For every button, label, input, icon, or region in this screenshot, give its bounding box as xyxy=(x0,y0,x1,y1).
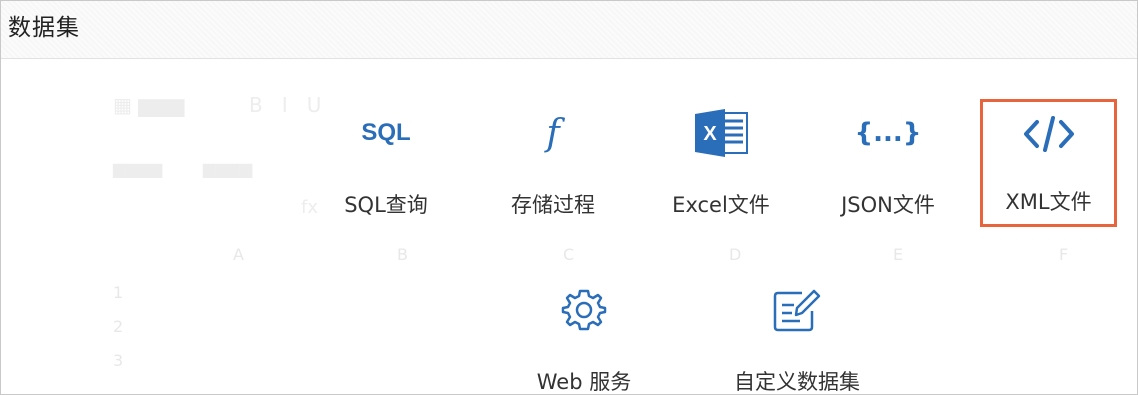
option-stored-procedure[interactable]: f 存储过程 xyxy=(483,99,623,219)
code-tag-icon xyxy=(1009,105,1089,163)
function-icon: f xyxy=(546,112,560,154)
gear-icon xyxy=(544,282,624,338)
option-label: 自定义数据集 xyxy=(734,370,860,394)
excel-icon: X xyxy=(681,105,761,161)
edit-document-icon xyxy=(757,282,837,338)
option-json-file[interactable]: {...} JSON文件 xyxy=(818,99,958,219)
option-xml-file[interactable]: XML文件 xyxy=(980,99,1117,227)
option-web-service[interactable]: Web 服务 xyxy=(514,276,654,394)
option-label: Web 服务 xyxy=(536,370,632,394)
option-label: SQL查询 xyxy=(344,193,428,217)
dataset-dialog: 数据集 ▦ ▆▆▆ B I U ▆▆▆▆ ▆▆▆▆ fx A B C D E F… xyxy=(0,0,1138,395)
option-label: JSON文件 xyxy=(841,193,935,217)
option-label: XML文件 xyxy=(1005,190,1092,214)
sql-icon: SQL xyxy=(361,119,411,146)
dialog-title: 数据集 xyxy=(8,15,80,41)
dialog-titlebar: 数据集 xyxy=(1,1,1137,59)
json-braces-icon: {...} xyxy=(854,118,922,148)
option-excel-file[interactable]: X Excel文件 xyxy=(651,99,791,219)
option-label: Excel文件 xyxy=(672,193,770,217)
option-label: 存储过程 xyxy=(511,193,595,217)
svg-text:X: X xyxy=(703,123,717,145)
option-sql-query[interactable]: SQL SQL查询 xyxy=(316,99,456,219)
option-custom-dataset[interactable]: 自定义数据集 xyxy=(727,276,867,394)
